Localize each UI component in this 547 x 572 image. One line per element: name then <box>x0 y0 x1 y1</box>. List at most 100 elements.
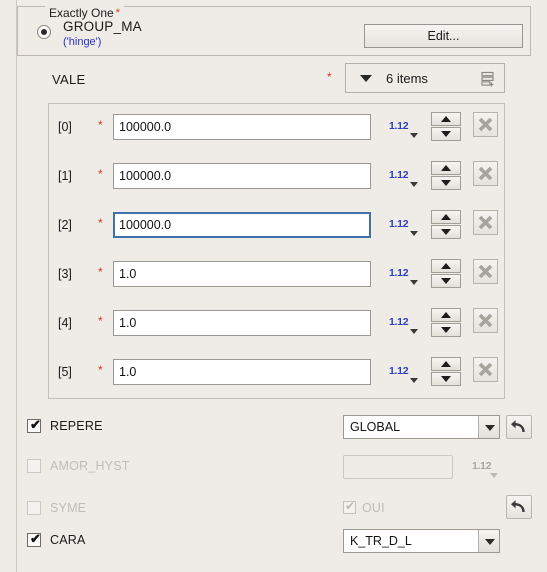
triangle-down-icon[interactable] <box>410 329 418 334</box>
value-input[interactable] <box>113 310 371 336</box>
value-stepper[interactable] <box>431 112 461 142</box>
type-badge[interactable]: 1.12 <box>389 120 409 132</box>
triangle-down-icon[interactable] <box>410 182 418 187</box>
vale-list-panel: [0] * 1.12 [1] * 1.12 <box>48 103 505 399</box>
x-icon <box>478 166 493 181</box>
triangle-down-icon <box>441 376 451 382</box>
triangle-down-icon[interactable] <box>410 231 418 236</box>
value-input[interactable] <box>113 261 371 287</box>
row-index: [4] <box>58 316 72 330</box>
vale-required-star: * <box>327 70 332 84</box>
combo-cara[interactable]: K_TR_D_L <box>343 529 500 553</box>
triangle-down-icon[interactable] <box>410 133 418 138</box>
undo-arrow-icon <box>511 420 525 433</box>
stepper-up-button[interactable] <box>431 357 461 371</box>
radio-group-ma[interactable] <box>37 25 51 39</box>
delete-row-button[interactable] <box>473 210 498 235</box>
stepper-up-button[interactable] <box>431 112 461 126</box>
triangle-down-icon <box>490 473 498 478</box>
triangle-down-icon <box>441 278 451 284</box>
type-badge[interactable]: 1.12 <box>389 169 409 181</box>
checkbox-syme[interactable] <box>27 501 41 515</box>
triangle-down-icon <box>360 75 372 82</box>
required-star: * <box>98 265 103 279</box>
required-star: * <box>98 167 103 181</box>
stepper-down-button[interactable] <box>431 372 461 386</box>
checkbox-cara[interactable]: ✔ <box>27 532 41 547</box>
value-stepper[interactable] <box>431 308 461 338</box>
delete-row-button[interactable] <box>473 259 498 284</box>
stepper-up-button[interactable] <box>431 210 461 224</box>
undo-button-syme[interactable] <box>506 495 532 519</box>
x-icon <box>478 215 493 230</box>
triangle-down-icon[interactable] <box>410 280 418 285</box>
delete-row-button[interactable] <box>473 112 498 137</box>
triangle-up-icon <box>441 165 451 171</box>
edit-button[interactable]: Edit... <box>364 24 523 48</box>
triangle-down-icon[interactable] <box>410 378 418 383</box>
group-legend: Exactly One * <box>45 6 124 20</box>
row-index: [0] <box>58 120 72 134</box>
triangle-down-icon <box>441 229 451 235</box>
label-syme: SYME <box>50 501 87 515</box>
delete-row-button[interactable] <box>473 161 498 186</box>
type-badge[interactable]: 1.12 <box>389 316 409 328</box>
field-amor-hyst[interactable] <box>343 455 453 479</box>
stepper-down-button[interactable] <box>431 274 461 288</box>
exactly-one-group: Exactly One * GROUP_MA ('hinge') Edit... <box>17 6 531 56</box>
stepper-down-button[interactable] <box>431 127 461 141</box>
type-badge-amor-hyst: 1.12 <box>472 460 492 472</box>
type-badge[interactable]: 1.12 <box>389 218 409 230</box>
row-index: [2] <box>58 218 72 232</box>
check-icon: ✔ <box>345 499 356 513</box>
list-add-icon[interactable] <box>480 71 496 87</box>
type-badge[interactable]: 1.12 <box>389 365 409 377</box>
label-cara: CARA <box>50 533 86 547</box>
x-icon <box>478 313 493 328</box>
stepper-down-button[interactable] <box>431 225 461 239</box>
stepper-up-button[interactable] <box>431 161 461 175</box>
vale-items-selector[interactable]: 6 items <box>345 63 505 93</box>
x-icon <box>478 264 493 279</box>
chevron-down-icon[interactable] <box>478 416 499 438</box>
stepper-down-button[interactable] <box>431 176 461 190</box>
chevron-down-icon[interactable] <box>478 530 499 552</box>
vale-label: VALE <box>52 72 86 87</box>
x-icon <box>478 117 493 132</box>
value-stepper[interactable] <box>431 210 461 240</box>
vale-item-count: 6 items <box>386 71 428 86</box>
value-input[interactable] <box>113 114 371 140</box>
value-input[interactable] <box>113 359 371 385</box>
list-item: [4] * 1.12 <box>49 300 504 349</box>
delete-row-button[interactable] <box>473 308 498 333</box>
combo-repere-value: GLOBAL <box>350 420 401 434</box>
checkbox-repere[interactable]: ✔ <box>27 417 41 433</box>
row-index: [5] <box>58 365 72 379</box>
required-star: * <box>98 118 103 132</box>
value-stepper[interactable] <box>431 357 461 387</box>
row-index: [3] <box>58 267 72 281</box>
value-stepper[interactable] <box>431 259 461 289</box>
combo-repere[interactable]: GLOBAL <box>343 415 500 439</box>
triangle-down-icon <box>441 131 451 137</box>
triangle-up-icon <box>441 312 451 318</box>
row-index: [1] <box>58 169 72 183</box>
value-input[interactable] <box>113 212 371 238</box>
stepper-up-button[interactable] <box>431 259 461 273</box>
triangle-up-icon <box>441 263 451 269</box>
stepper-up-button[interactable] <box>431 308 461 322</box>
undo-button-repere[interactable] <box>506 415 532 439</box>
value-input[interactable] <box>113 163 371 189</box>
label-repere: REPERE <box>50 419 103 433</box>
stepper-down-button[interactable] <box>431 323 461 337</box>
value-stepper[interactable] <box>431 161 461 191</box>
required-star: * <box>98 216 103 230</box>
required-star: * <box>98 314 103 328</box>
type-badge[interactable]: 1.12 <box>389 267 409 279</box>
checkbox-amor-hyst[interactable] <box>27 459 41 473</box>
checkbox-syme-value: ✔ <box>343 499 356 514</box>
delete-row-button[interactable] <box>473 357 498 382</box>
triangle-up-icon <box>441 116 451 122</box>
check-icon: ✔ <box>30 417 41 432</box>
x-icon <box>478 362 493 377</box>
